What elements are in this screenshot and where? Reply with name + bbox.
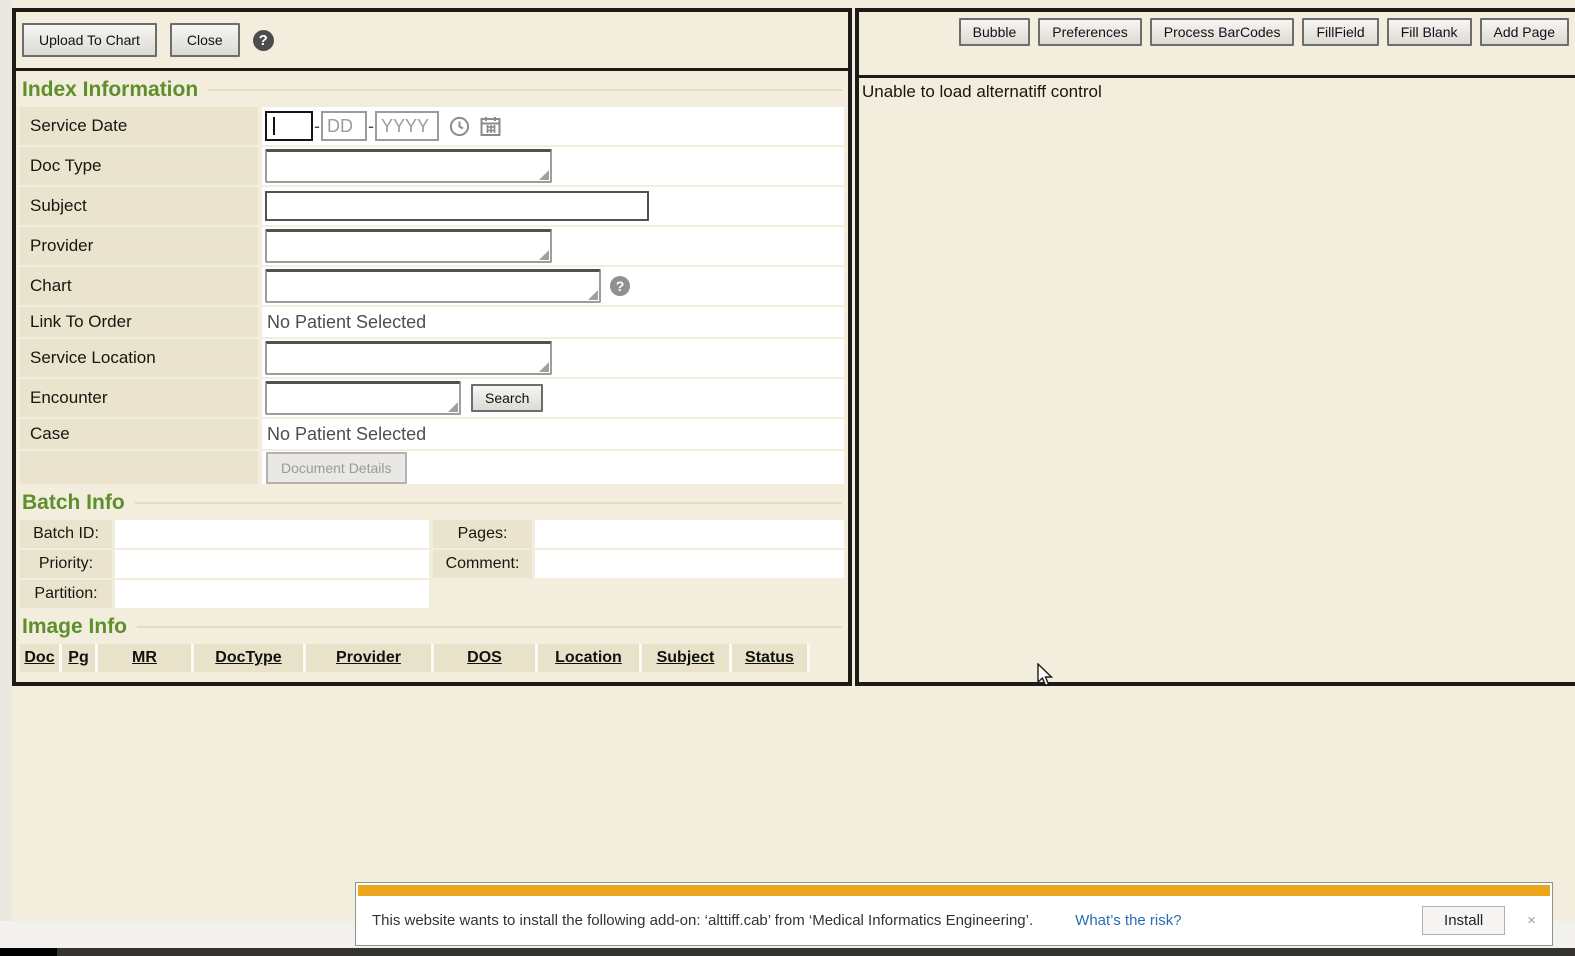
viewer-error-message: Unable to load alternatiff control	[859, 78, 1575, 102]
subject-input[interactable]	[265, 191, 649, 221]
chart-help-icon[interactable]: ?	[610, 276, 630, 296]
partition-value	[115, 580, 429, 608]
subject-row: Subject	[20, 187, 844, 225]
index-information-title: Index Information	[22, 77, 842, 103]
service-date-year-input[interactable]	[375, 111, 439, 141]
subject-label: Subject	[20, 187, 258, 225]
comment-value	[535, 550, 844, 578]
column-header-doc[interactable]: Doc	[20, 644, 62, 672]
index-information-title-text: Index Information	[22, 77, 198, 103]
column-header-status[interactable]: Status	[732, 644, 810, 672]
index-form-panel: Upload To Chart Close ? Index Informatio…	[12, 8, 852, 686]
case-row: Case No Patient Selected	[20, 419, 844, 449]
pages-label: Pages:	[433, 520, 532, 548]
fill-blank-button[interactable]: Fill Blank	[1387, 18, 1472, 46]
batch-info-title: Batch Info	[22, 490, 842, 516]
notification-gold-stripe	[358, 885, 1550, 896]
date-separator: -	[368, 116, 374, 137]
taskbar-edge	[0, 948, 1575, 956]
batch-id-label: Batch ID:	[20, 520, 112, 548]
addon-notification-bar: This website wants to install the follow…	[355, 882, 1553, 946]
date-separator: -	[314, 116, 320, 137]
provider-label: Provider	[20, 227, 258, 265]
provider-combo[interactable]	[265, 229, 552, 263]
doc-type-row: Doc Type	[20, 147, 844, 185]
chart-combo[interactable]	[265, 269, 601, 303]
provider-row: Provider	[20, 227, 844, 265]
link-to-order-row: Link To Order No Patient Selected	[20, 307, 844, 337]
calendar-icon[interactable]	[480, 116, 501, 137]
service-date-row: Service Date - -	[20, 107, 844, 145]
install-button[interactable]: Install	[1422, 906, 1505, 935]
column-header-subject[interactable]: Subject	[642, 644, 732, 672]
doc-type-combo[interactable]	[265, 149, 552, 183]
service-location-row: Service Location	[20, 339, 844, 377]
link-to-order-label: Link To Order	[20, 307, 258, 337]
bubble-button[interactable]: Bubble	[959, 18, 1031, 46]
preferences-button[interactable]: Preferences	[1038, 18, 1141, 46]
service-location-label: Service Location	[20, 339, 258, 377]
toolbar-divider	[16, 68, 848, 71]
image-viewer-panel: Bubble Preferences Process BarCodes Fill…	[855, 8, 1575, 686]
doc-type-label: Doc Type	[20, 147, 258, 185]
column-header-location[interactable]: Location	[538, 644, 642, 672]
add-page-button[interactable]: Add Page	[1480, 18, 1570, 46]
clock-icon[interactable]	[449, 116, 470, 137]
fillfield-button[interactable]: FillField	[1302, 18, 1378, 46]
link-to-order-value: No Patient Selected	[265, 312, 426, 333]
notification-message: This website wants to install the follow…	[372, 912, 1033, 929]
encounter-search-button[interactable]: Search	[471, 384, 543, 412]
encounter-row: Encounter Search	[20, 379, 844, 417]
whats-the-risk-link[interactable]: What’s the risk?	[1075, 912, 1181, 929]
batch-info-title-text: Batch Info	[22, 490, 125, 516]
priority-value	[115, 550, 429, 578]
chart-row: Chart ?	[20, 267, 844, 305]
pages-value	[535, 520, 844, 548]
comment-label: Comment:	[433, 550, 532, 578]
encounter-combo[interactable]	[265, 381, 461, 415]
help-icon[interactable]: ?	[253, 30, 274, 51]
column-header-dos[interactable]: DOS	[434, 644, 538, 672]
document-details-spacer	[20, 451, 258, 484]
notification-close-icon[interactable]: ×	[1527, 912, 1536, 929]
taskbar-edge-left	[0, 948, 57, 956]
viewer-toolbar: Bubble Preferences Process BarCodes Fill…	[859, 12, 1575, 75]
image-info-title-text: Image Info	[22, 614, 127, 640]
column-header-doctype[interactable]: DocType	[194, 644, 306, 672]
service-location-combo[interactable]	[265, 341, 552, 375]
service-date-label: Service Date	[20, 107, 258, 145]
column-header-mr[interactable]: MR	[98, 644, 194, 672]
priority-label: Priority:	[20, 550, 112, 578]
partition-label: Partition:	[20, 580, 112, 608]
batch-row-3: Partition:	[20, 580, 844, 608]
process-barcodes-button[interactable]: Process BarCodes	[1150, 18, 1295, 46]
document-details-button[interactable]: Document Details	[266, 452, 407, 484]
upload-to-chart-button[interactable]: Upload To Chart	[22, 23, 157, 57]
batch-row-2: Priority: Comment:	[20, 550, 844, 578]
batch-row-1: Batch ID: Pages:	[20, 520, 844, 548]
encounter-label: Encounter	[20, 379, 258, 417]
mouse-cursor	[1036, 663, 1058, 694]
close-button[interactable]: Close	[170, 23, 240, 57]
text-caret	[273, 117, 275, 135]
index-form-toolbar: Upload To Chart Close ?	[16, 12, 848, 68]
chart-label: Chart	[20, 267, 258, 305]
image-info-header-row: Doc Pg MR DocType Provider DOS Location …	[20, 644, 844, 672]
service-date-day-input[interactable]	[321, 111, 367, 141]
case-label: Case	[20, 419, 258, 449]
batch-id-value	[115, 520, 429, 548]
column-header-pg[interactable]: Pg	[62, 644, 98, 672]
window-left-edge	[0, 0, 12, 921]
case-value: No Patient Selected	[265, 424, 426, 445]
column-header-provider[interactable]: Provider	[306, 644, 434, 672]
document-details-row: Document Details	[20, 451, 844, 484]
image-info-title: Image Info	[22, 614, 842, 640]
